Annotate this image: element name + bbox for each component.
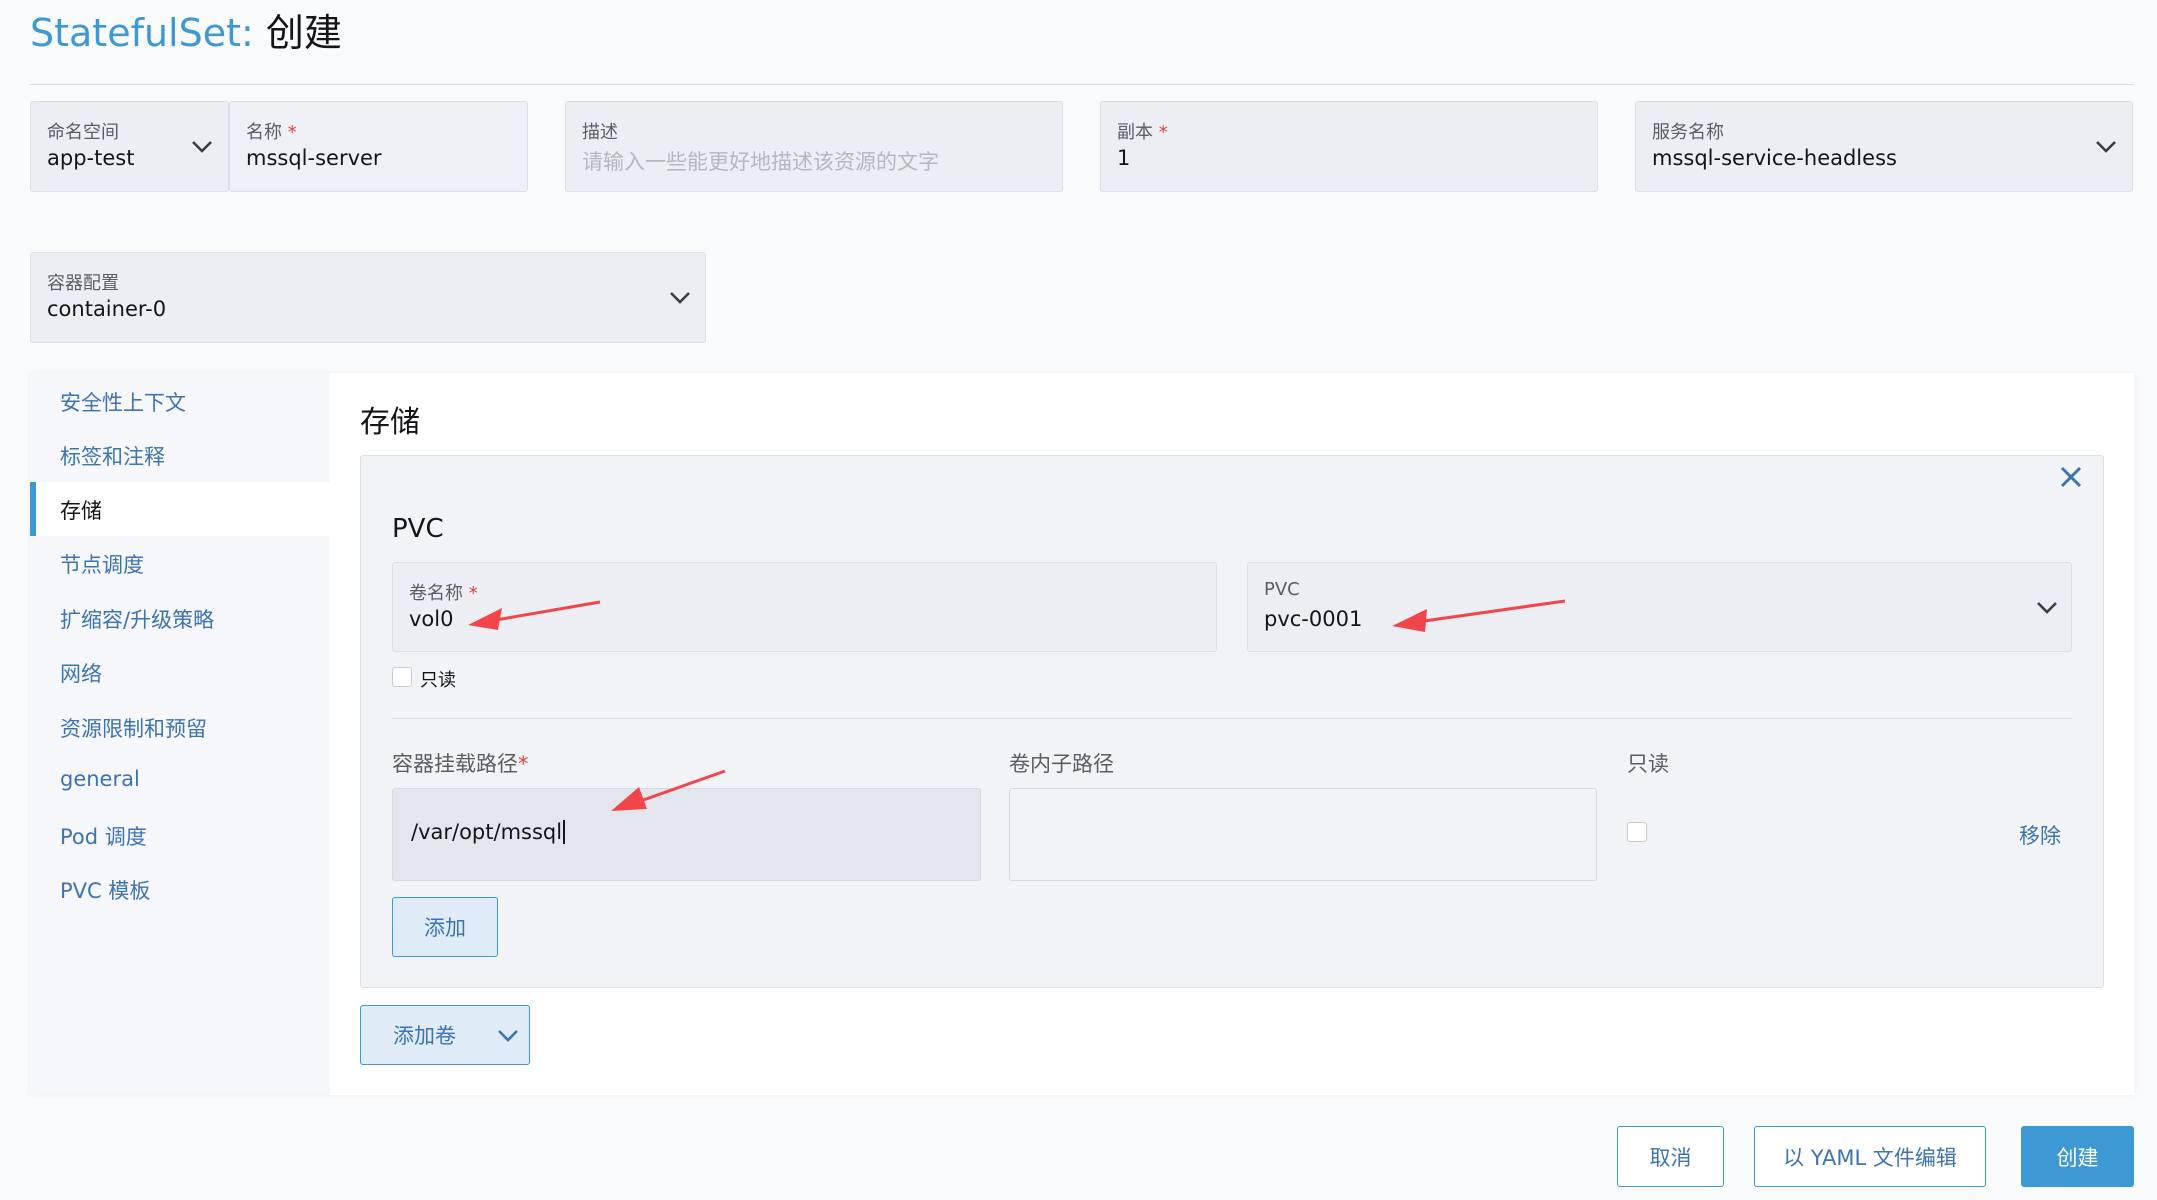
service-name-select[interactable]: 服务名称 mssql-service-headless: [1635, 101, 2133, 192]
mount-readonly-header: 只读: [1627, 752, 1669, 776]
chevron-down-icon: [2096, 141, 2116, 153]
chevron-down-icon: [670, 292, 690, 304]
cancel-button[interactable]: 取消: [1617, 1126, 1724, 1187]
remove-mount-link[interactable]: 移除: [2019, 820, 2061, 850]
sidebar-item-general[interactable]: general: [60, 767, 140, 791]
pvc-value: pvc-0001: [1264, 607, 1363, 631]
description-placeholder: 请输入一些能更好地描述该资源的文字: [582, 150, 939, 174]
card-divider: [392, 718, 2072, 719]
page-title-separator: :: [241, 11, 254, 55]
required-mark: *: [1158, 122, 1168, 143]
sidebar-items: 存储 节点调度 扩缩容/升级策略 网络 资源限制和预留 general Pod …: [30, 373, 330, 1095]
required-mark: *: [468, 583, 478, 604]
namespace-value: app-test: [47, 146, 135, 170]
add-mount-button[interactable]: 添加: [392, 897, 498, 957]
container-config-select[interactable]: 容器配置 container-0: [30, 252, 706, 343]
volume-readonly-checkbox[interactable]: [392, 667, 412, 687]
replicas-value: 1: [1117, 146, 1131, 170]
replicas-label: 副本 *: [1117, 122, 1168, 143]
name-value: mssql-server: [246, 146, 382, 170]
sidebar-item-node-scheduling[interactable]: 节点调度: [60, 549, 144, 579]
chevron-down-icon: [498, 1030, 518, 1042]
container-config-label: 容器配置: [47, 273, 119, 294]
page-title-action: 创建: [265, 11, 342, 55]
sidebar-item-storage[interactable]: 存储: [60, 495, 102, 525]
sidebar-item-resource-limits[interactable]: 资源限制和预留: [60, 713, 207, 743]
sidebar-item-pvc-template[interactable]: PVC 模板: [60, 875, 150, 905]
required-mark: *: [518, 752, 529, 776]
sidebar-item-pod-scheduling[interactable]: Pod 调度: [60, 821, 147, 851]
edit-yaml-button[interactable]: 以 YAML 文件编辑: [1754, 1126, 1986, 1187]
add-volume-label: 添加卷: [393, 1024, 456, 1048]
namespace-select[interactable]: 命名空间 app-test: [30, 101, 229, 192]
name-label: 名称 *: [246, 122, 297, 143]
page-title: StatefulSet: 创建: [30, 8, 342, 58]
name-field[interactable]: 名称 * mssql-server: [229, 101, 528, 192]
sub-path-header: 卷内子路径: [1009, 752, 1114, 776]
close-icon[interactable]: [2058, 464, 2084, 490]
volume-card: [360, 455, 2104, 988]
sub-path-input[interactable]: [1009, 788, 1597, 881]
create-button[interactable]: 创建: [2021, 1126, 2134, 1187]
title-divider: [30, 84, 2134, 85]
required-mark: *: [287, 122, 297, 143]
text-caret: [563, 820, 566, 844]
volume-name-field[interactable]: 卷名称 * vol0: [392, 562, 1217, 652]
sidebar-item-scaling-upgrade[interactable]: 扩缩容/升级策略: [60, 604, 214, 634]
mount-readonly-checkbox[interactable]: [1627, 822, 1647, 842]
storage-section-title: 存储: [360, 405, 420, 440]
namespace-label: 命名空间: [47, 122, 119, 143]
chevron-down-icon: [2037, 602, 2057, 614]
description-field[interactable]: 描述 请输入一些能更好地描述该资源的文字: [565, 101, 1063, 192]
pvc-select[interactable]: PVC pvc-0001: [1247, 562, 2072, 652]
description-label: 描述: [582, 122, 618, 143]
container-path-input[interactable]: /var/opt/mssql: [392, 788, 981, 881]
chevron-down-icon: [192, 141, 212, 153]
container-path-header: 容器挂载路径*: [392, 752, 529, 776]
volume-name-value: vol0: [409, 607, 454, 631]
add-volume-button[interactable]: 添加卷: [360, 1005, 530, 1065]
pvc-label: PVC: [1264, 579, 1300, 600]
volume-name-label: 卷名称 *: [409, 583, 478, 604]
sidebar-item-network[interactable]: 网络: [60, 658, 102, 688]
container-config-value: container-0: [47, 297, 167, 321]
service-name-value: mssql-service-headless: [1652, 146, 1897, 170]
service-name-label: 服务名称: [1652, 122, 1724, 143]
volume-readonly-label: 只读: [420, 670, 456, 691]
page-title-kind: StatefulSet: [30, 11, 242, 55]
volume-card-title: PVC: [392, 514, 444, 544]
replicas-field[interactable]: 副本 * 1: [1100, 101, 1598, 192]
container-path-value: /var/opt/mssql: [411, 820, 566, 844]
